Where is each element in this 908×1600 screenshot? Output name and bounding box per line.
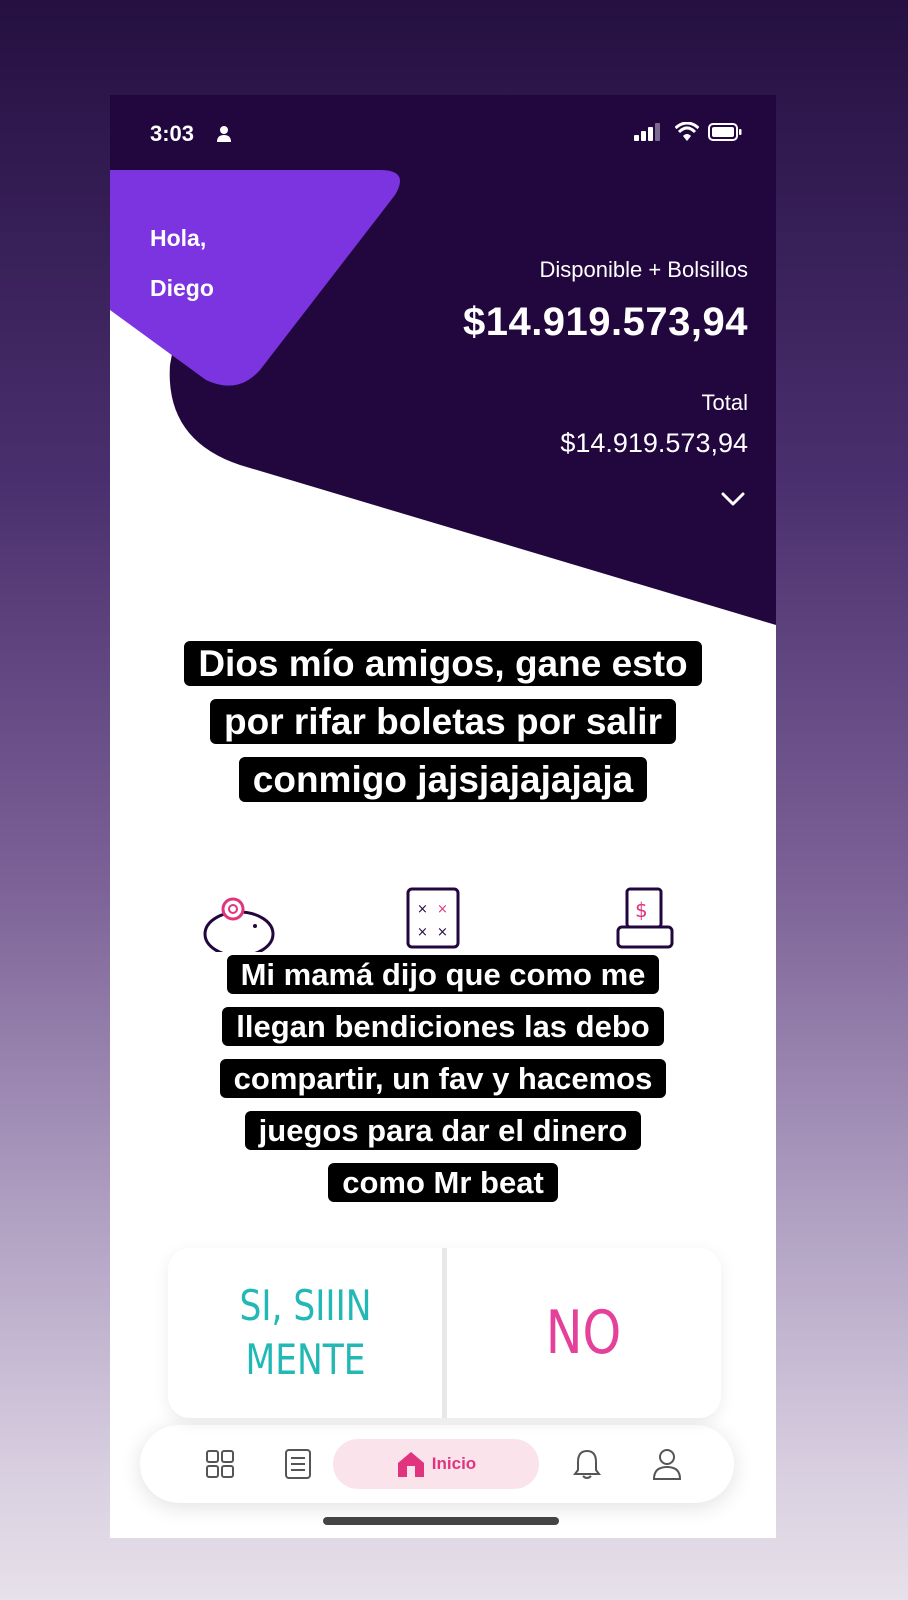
signal-icon bbox=[634, 123, 660, 141]
poll-option-no[interactable]: NO bbox=[471, 1248, 697, 1418]
quick-actions: × × × × $ bbox=[110, 880, 776, 952]
svg-text:×: × bbox=[437, 925, 448, 940]
poll-yes-line1: SI, SIIIN bbox=[239, 1281, 372, 1330]
profile-icon bbox=[652, 1449, 682, 1480]
story-caption-bottom: Mi mamá dijo que como me llegan bendicio… bbox=[110, 949, 776, 1209]
chevron-down-icon[interactable] bbox=[720, 490, 746, 508]
poll-option-yes[interactable]: SI, SIIIN MENTE bbox=[193, 1248, 419, 1418]
caption-line: juegos para dar el dinero bbox=[244, 1111, 642, 1150]
caption-line: llegan bendiciones las debo bbox=[222, 1007, 664, 1046]
poll-yes-line2: MENTE bbox=[245, 1335, 366, 1384]
bell-icon bbox=[573, 1449, 601, 1479]
total-label: Total bbox=[701, 390, 748, 415]
poll-no-label: NO bbox=[545, 1298, 622, 1368]
available-balance-label: Disponible + Bolsillos bbox=[539, 257, 749, 282]
hero-background bbox=[110, 95, 776, 625]
caption-line: Mi mamá dijo que como me bbox=[226, 955, 660, 994]
story-caption-top: Dios mío amigos, gane esto por rifar bol… bbox=[110, 635, 776, 809]
caption-line: Dios mío amigos, gane esto bbox=[184, 641, 702, 686]
piggy-bank-icon[interactable] bbox=[195, 892, 281, 952]
home-indicator[interactable] bbox=[323, 1517, 559, 1525]
poll-divider bbox=[442, 1248, 447, 1418]
status-time: 3:03 bbox=[150, 121, 195, 146]
bottom-tab-bar: Inicio bbox=[140, 1425, 734, 1503]
document-icon bbox=[285, 1449, 311, 1479]
tab-home-label: Inicio bbox=[431, 1454, 477, 1473]
card-icon[interactable]: × × × × bbox=[405, 886, 461, 950]
tab-home[interactable]: Inicio bbox=[333, 1439, 539, 1489]
home-icon bbox=[397, 1452, 424, 1477]
greeting-hello: Hola, bbox=[150, 225, 207, 251]
caption-line: por rifar boletas por salir bbox=[210, 699, 676, 744]
battery-icon bbox=[708, 123, 742, 141]
greeting-name: Diego bbox=[150, 275, 214, 301]
total-amount: $14.919.573,94 bbox=[560, 428, 748, 458]
caption-line: como Mr beat bbox=[328, 1163, 558, 1202]
tab-apps[interactable] bbox=[200, 1425, 240, 1503]
caption-line: conmigo jajsjajajajaja bbox=[238, 757, 648, 802]
phone-screen: 3:03 Hola, Diego Disponible + Bolsillos … bbox=[110, 95, 776, 1538]
tab-movements[interactable] bbox=[278, 1425, 318, 1503]
tab-notifications[interactable] bbox=[567, 1425, 607, 1503]
available-balance-amount: $14.919.573,94 bbox=[462, 300, 748, 344]
svg-text:×: × bbox=[417, 925, 428, 940]
person-icon bbox=[217, 126, 231, 142]
apps-grid-icon bbox=[206, 1450, 234, 1478]
poll-sticker: SI, SIIIN MENTE NO bbox=[168, 1248, 721, 1418]
svg-text:×: × bbox=[437, 902, 448, 917]
greeting: Hola, Diego bbox=[150, 213, 214, 313]
wifi-icon bbox=[675, 122, 699, 141]
atm-icon[interactable]: $ bbox=[615, 886, 675, 950]
svg-text:×: × bbox=[417, 902, 428, 917]
svg-text:$: $ bbox=[635, 898, 648, 922]
caption-line: compartir, un fav y hacemos bbox=[219, 1059, 667, 1098]
status-bar: 3:03 bbox=[110, 95, 776, 175]
tab-profile[interactable] bbox=[647, 1425, 687, 1503]
